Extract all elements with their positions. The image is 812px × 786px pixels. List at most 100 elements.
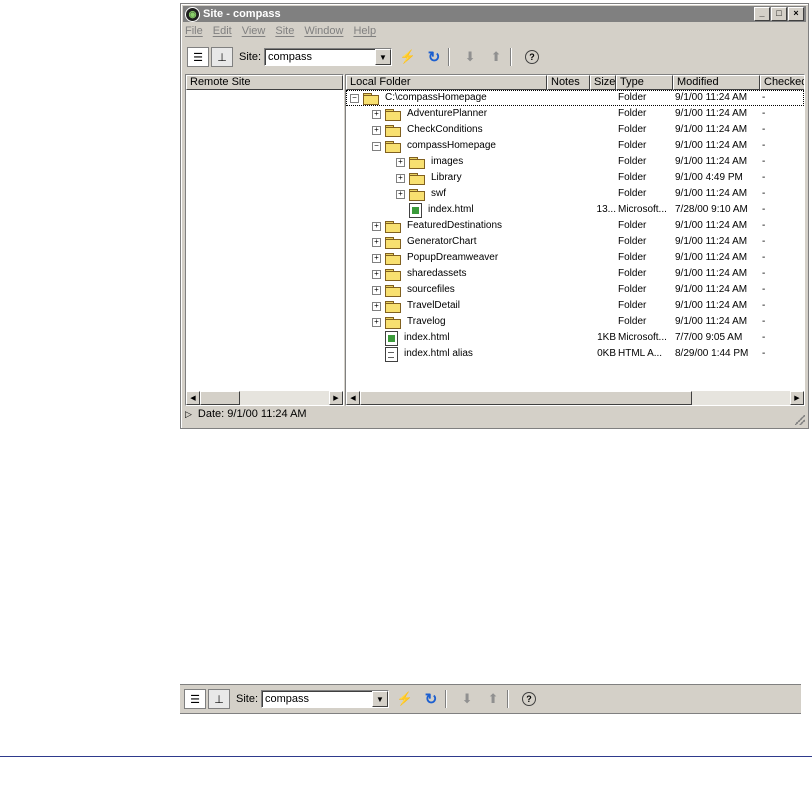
row-checked: -: [762, 204, 766, 215]
row-checked: -: [762, 252, 766, 263]
expand-icon[interactable]: +: [372, 125, 381, 135]
remote-site-header[interactable]: Remote Site: [186, 75, 343, 90]
scroll-right-icon[interactable]: ▶: [329, 391, 343, 405]
tree-row[interactable]: + Travelog Folder 9/1/00 11:24 AM -: [346, 314, 804, 330]
get-files-icon[interactable]: ⬇: [460, 48, 480, 66]
site-select[interactable]: compass ▼: [261, 690, 390, 708]
put-files-icon[interactable]: ⬆: [486, 48, 506, 66]
tree-row[interactable]: index.html alias 0KB HTML A... 8/29/00 1:44…: [346, 346, 804, 362]
scroll-left-icon[interactable]: ◀: [186, 391, 200, 405]
refresh-icon[interactable]: ↻: [421, 690, 441, 708]
expand-icon[interactable]: +: [372, 269, 381, 279]
expand-icon[interactable]: +: [372, 109, 381, 119]
tree-row[interactable]: − C:\compassHomepage Folder 9/1/00 11:24 AM…: [346, 90, 804, 106]
dreamweaver-app-icon: ◉: [185, 6, 200, 22]
site-files-view-button[interactable]: ☰: [184, 689, 206, 709]
connect-icon[interactable]: ⚡: [398, 48, 418, 66]
toolbar-separator: [445, 690, 448, 708]
tree-row[interactable]: + Library Folder 9/1/00 4:49 PM -: [346, 170, 804, 186]
chevron-down-icon[interactable]: ▼: [375, 49, 392, 65]
menu-site[interactable]: Site: [275, 25, 294, 41]
row-name: Travelog: [407, 316, 446, 327]
row-name-cell: index.html: [372, 330, 586, 346]
collapse-icon[interactable]: −: [372, 141, 381, 151]
tree-row[interactable]: + sharedassets Folder 9/1/00 11:24 AM -: [346, 266, 804, 282]
get-files-icon[interactable]: ⬇: [457, 690, 477, 708]
column-size[interactable]: Size: [590, 75, 616, 90]
site-files-view-button[interactable]: ☰: [187, 47, 209, 67]
expand-icon[interactable]: +: [372, 237, 381, 247]
local-folder-pane[interactable]: Local Folder Notes Size Type Modified Ch…: [345, 74, 805, 406]
tree-row[interactable]: − compassHomepage Folder 9/1/00 11:24 AM -: [346, 138, 804, 154]
column-notes[interactable]: Notes: [547, 75, 590, 90]
site-window: ◉ Site - compass _ □ × File Edit View Si…: [180, 3, 809, 429]
menu-window[interactable]: Window: [304, 25, 343, 41]
site-map-view-button[interactable]: ⊥: [211, 47, 233, 67]
menu-file[interactable]: File: [185, 25, 203, 41]
row-checked: -: [762, 172, 766, 183]
menu-help[interactable]: Help: [353, 25, 376, 41]
tree-row[interactable]: index.html 13... Microsoft... 7/28/00 9:10 …: [346, 202, 804, 218]
toolbar-separator: [507, 690, 510, 708]
menu-view[interactable]: View: [242, 25, 266, 41]
collapse-icon[interactable]: −: [350, 93, 359, 103]
column-checked[interactable]: Checked: [760, 75, 804, 90]
tree-row[interactable]: + PopupDreamweaver Folder 9/1/00 11:24 AM -: [346, 250, 804, 266]
expand-triangle-icon[interactable]: ▷: [185, 409, 192, 420]
menu-edit[interactable]: Edit: [213, 25, 232, 41]
local-horizontal-scrollbar[interactable]: ◀ ▶: [346, 391, 804, 405]
tree-row[interactable]: + TravelDetail Folder 9/1/00 11:24 AM -: [346, 298, 804, 314]
tree-row[interactable]: + swf Folder 9/1/00 11:24 AM -: [346, 186, 804, 202]
tree-row[interactable]: index.html 1KB Microsoft... 7/7/00 9:05 AM -: [346, 330, 804, 346]
tree-row[interactable]: + AdventurePlanner Folder 9/1/00 11:24 AM -: [346, 106, 804, 122]
expand-icon[interactable]: +: [372, 317, 381, 327]
row-name: AdventurePlanner: [407, 108, 488, 119]
expand-icon[interactable]: +: [372, 301, 381, 311]
column-modified[interactable]: Modified: [673, 75, 760, 90]
scroll-right-icon[interactable]: ▶: [790, 391, 804, 405]
tree-row[interactable]: + images Folder 9/1/00 11:24 AM -: [346, 154, 804, 170]
connect-icon[interactable]: ⚡: [395, 690, 415, 708]
site-label: Site:: [236, 693, 259, 705]
expand-icon[interactable]: +: [372, 285, 381, 295]
chevron-down-icon[interactable]: ▼: [372, 691, 389, 707]
scroll-left-icon[interactable]: ◀: [346, 391, 360, 405]
put-files-icon[interactable]: ⬆: [483, 690, 503, 708]
row-checked: -: [762, 220, 766, 231]
scroll-thumb[interactable]: [200, 391, 240, 405]
folder-icon: [385, 108, 401, 121]
tree-row[interactable]: + GeneratorChart Folder 9/1/00 11:24 AM -: [346, 234, 804, 250]
expand-icon[interactable]: +: [396, 173, 405, 183]
row-modified: 9/1/00 11:24 AM: [675, 252, 748, 263]
minimize-button[interactable]: _: [754, 7, 770, 21]
expand-icon[interactable]: +: [372, 253, 381, 263]
column-local-folder[interactable]: Local Folder: [346, 75, 547, 90]
site-select[interactable]: compass ▼: [264, 48, 393, 66]
row-modified: 9/1/00 11:24 AM: [675, 108, 748, 119]
title-bar[interactable]: ◉ Site - compass _ □ ×: [183, 6, 806, 22]
folder-icon: [385, 252, 401, 265]
maximize-button[interactable]: □: [771, 7, 787, 21]
expand-icon[interactable]: +: [396, 157, 405, 167]
resize-grip-icon[interactable]: [795, 415, 805, 425]
help-icon-button[interactable]: ?: [519, 690, 539, 708]
scroll-thumb[interactable]: [360, 391, 692, 405]
row-checked: -: [762, 92, 766, 103]
remote-horizontal-scrollbar[interactable]: ◀ ▶: [186, 391, 343, 405]
tree-row[interactable]: + FeaturedDestinations Folder 9/1/00 11:24 …: [346, 218, 804, 234]
site-select-value: compass: [268, 51, 313, 63]
row-name-cell: − C:\compassHomepage: [350, 90, 586, 106]
remote-site-pane[interactable]: Remote Site ◀ ▶: [185, 74, 344, 406]
site-map-view-button[interactable]: ⊥: [208, 689, 230, 709]
column-type[interactable]: Type: [616, 75, 673, 90]
expand-icon[interactable]: +: [396, 189, 405, 199]
tree-row[interactable]: + sourcefiles Folder 9/1/00 11:24 AM -: [346, 282, 804, 298]
row-modified: 9/1/00 11:24 AM: [675, 92, 748, 103]
refresh-icon[interactable]: ↻: [424, 48, 444, 66]
expand-icon[interactable]: +: [372, 221, 381, 231]
row-modified: 8/29/00 1:44 PM: [675, 348, 749, 359]
help-icon-button[interactable]: ?: [522, 48, 542, 66]
tree-row[interactable]: + CheckConditions Folder 9/1/00 11:24 AM -: [346, 122, 804, 138]
row-type: HTML A...: [618, 348, 663, 359]
close-button[interactable]: ×: [788, 7, 804, 21]
